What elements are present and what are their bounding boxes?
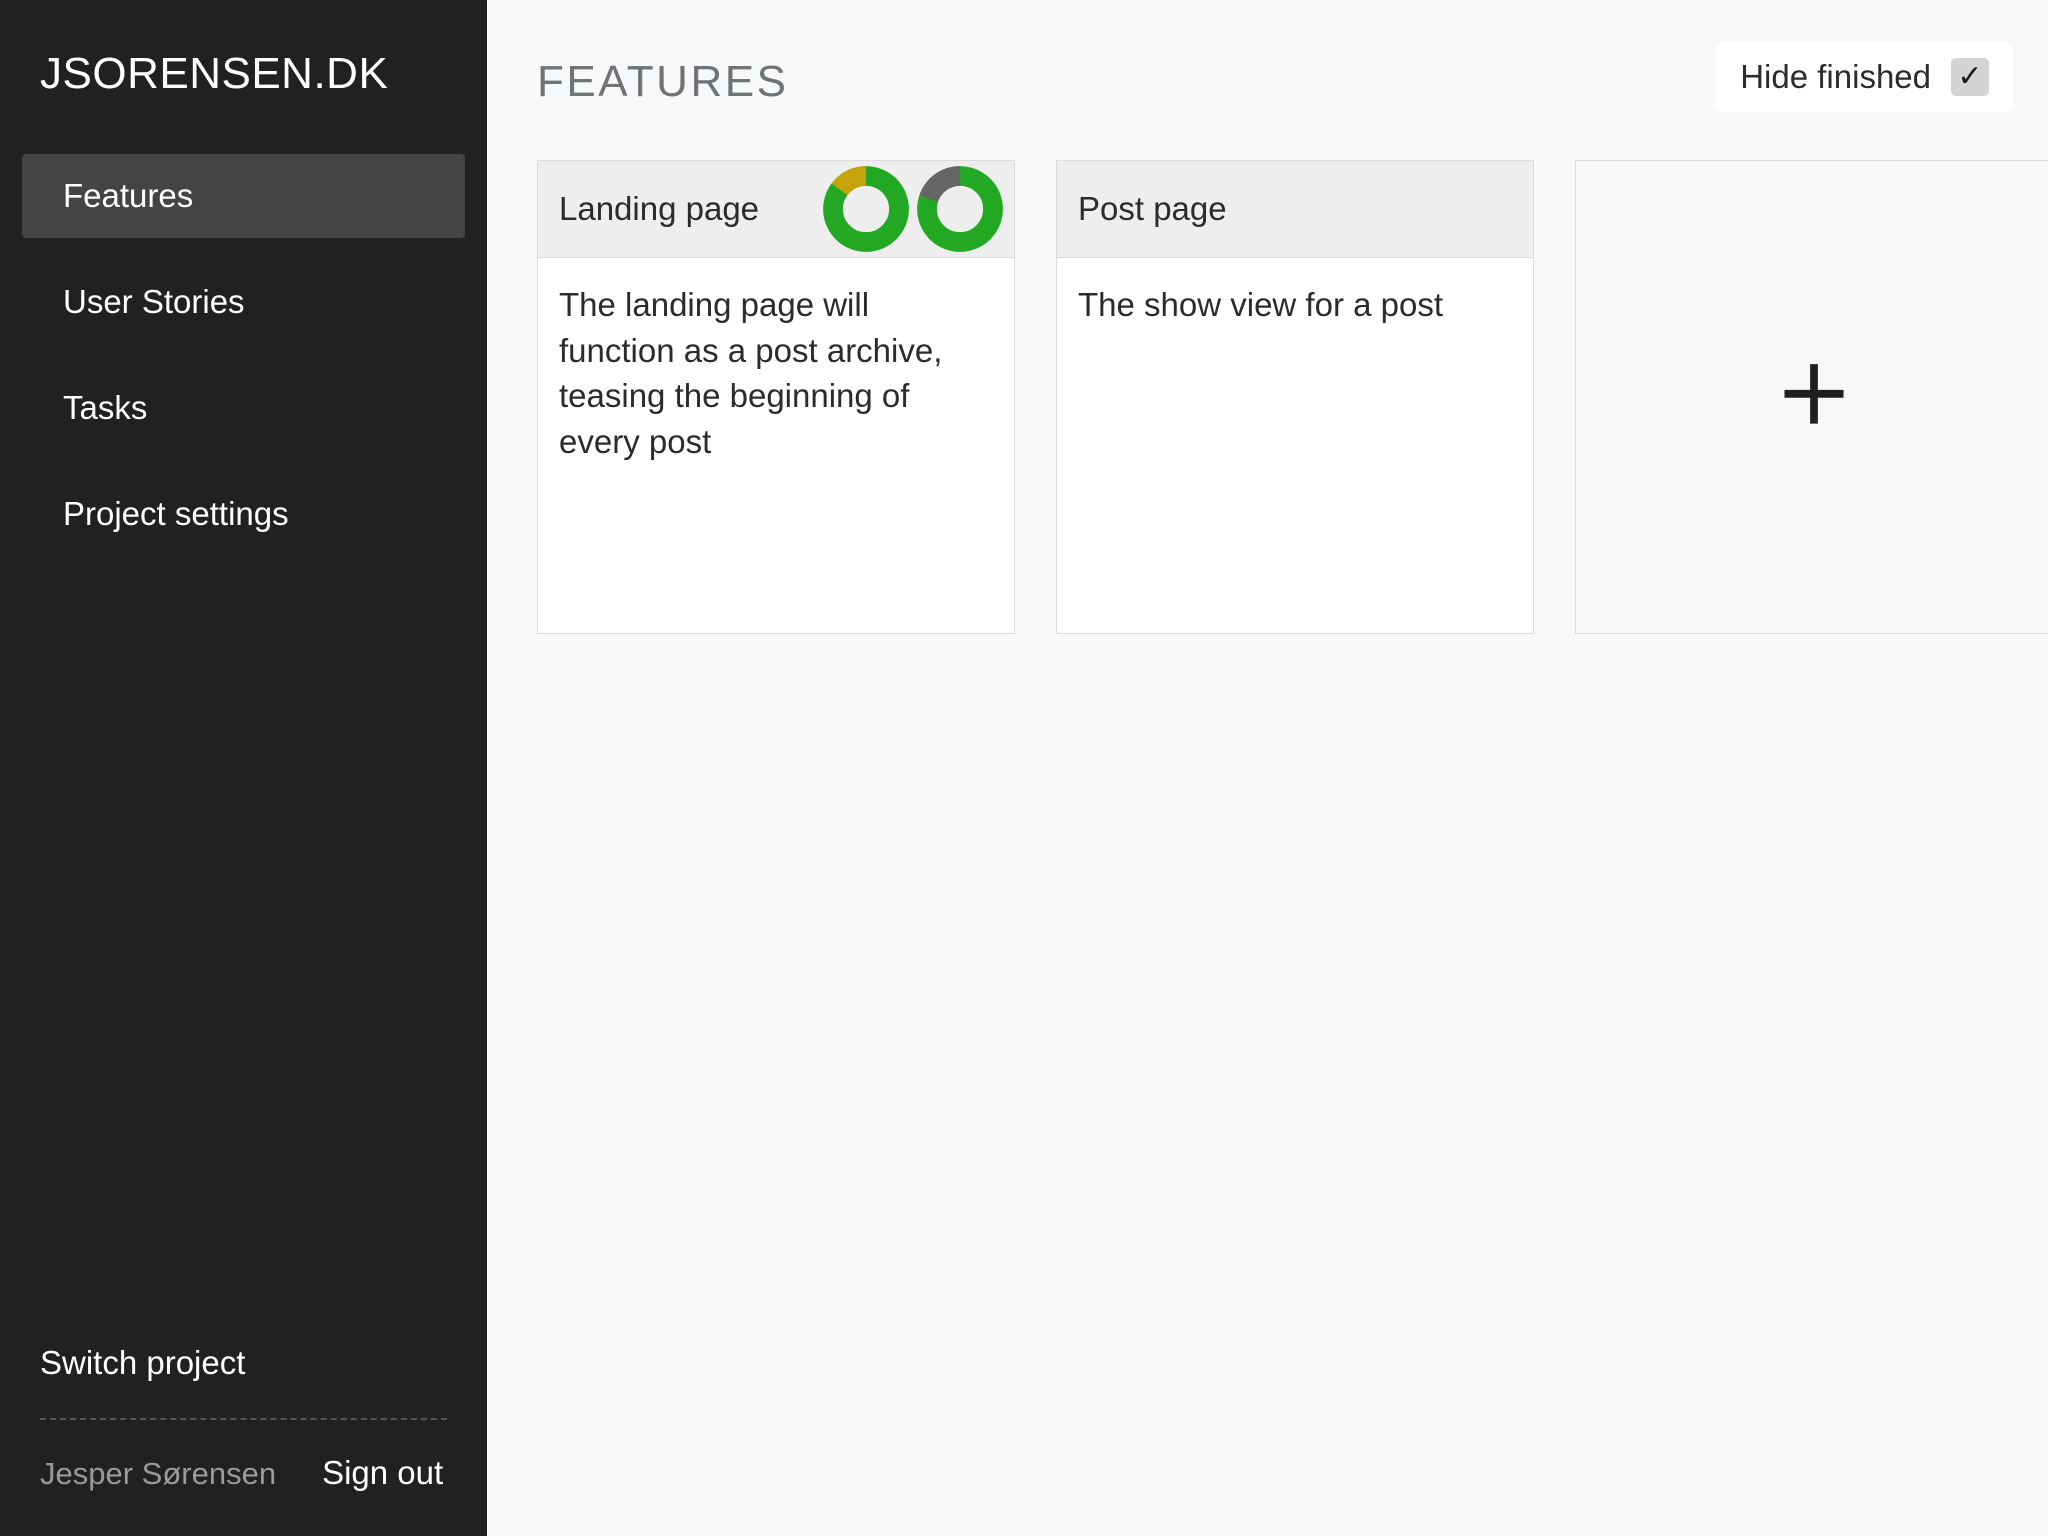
plus-icon: ＋ <box>1774 352 1853 442</box>
sidebar-item-label: User Stories <box>63 283 245 320</box>
feature-card-title: Landing page <box>559 190 760 227</box>
sidebar-item-label: Tasks <box>63 389 148 426</box>
sidebar-footer: Switch project Jesper Sørensen Sign out <box>0 1344 487 1536</box>
feature-card-body: The landing page will function as a post… <box>538 258 1014 633</box>
main-content: FEATURES Hide finished ✓ Landing page Th… <box>487 0 2048 1536</box>
user-row: Jesper Sørensen Sign out <box>40 1454 447 1492</box>
hide-finished-label: Hide finished <box>1740 58 1931 95</box>
sidebar-item-project-settings[interactable]: Project settings <box>22 472 465 556</box>
sidebar-nav: Features User Stories Tasks Project sett… <box>0 154 487 578</box>
check-icon: ✓ <box>1957 60 1983 93</box>
feature-card-body: The show view for a post <box>1057 258 1533 633</box>
feature-card-title: Post page <box>1078 190 1227 227</box>
progress-rings <box>822 165 1010 253</box>
sidebar-item-features[interactable]: Features <box>22 154 465 238</box>
progress-ring-2 <box>917 166 1003 252</box>
sidebar-item-label: Features <box>63 177 194 214</box>
page-title: FEATURES <box>537 57 789 106</box>
switch-project-link[interactable]: Switch project <box>40 1344 447 1382</box>
feature-card-description: The landing page will function as a post… <box>559 286 943 460</box>
feature-card-header: Post page <box>1057 161 1533 258</box>
brand-title: JSORENSEN.DK <box>40 49 389 98</box>
sidebar-item-label: Project settings <box>63 495 289 532</box>
feature-card[interactable]: Landing page The landing page will funct… <box>537 160 1015 634</box>
sidebar: JSORENSEN.DK Features User Stories Tasks… <box>0 0 487 1536</box>
feature-card-description: The show view for a post <box>1078 286 1443 323</box>
add-feature-card[interactable]: ＋ <box>1575 160 2048 634</box>
feature-card-header: Landing page <box>538 161 1014 258</box>
hide-finished-checkbox[interactable]: ✓ <box>1951 58 1989 96</box>
footer-divider <box>40 1418 447 1420</box>
sidebar-item-tasks[interactable]: Tasks <box>22 366 465 450</box>
user-name: Jesper Sørensen <box>40 1456 277 1491</box>
progress-ring-1 <box>823 166 909 252</box>
feature-card-grid: Landing page The landing page will funct… <box>487 160 2048 634</box>
sign-out-link[interactable]: Sign out <box>322 1454 443 1492</box>
feature-card[interactable]: Post page The show view for a post <box>1056 160 1534 634</box>
sidebar-item-user-stories[interactable]: User Stories <box>22 260 465 344</box>
main-header: FEATURES Hide finished ✓ <box>487 0 2048 160</box>
hide-finished-toggle[interactable]: Hide finished ✓ <box>1716 42 2013 112</box>
